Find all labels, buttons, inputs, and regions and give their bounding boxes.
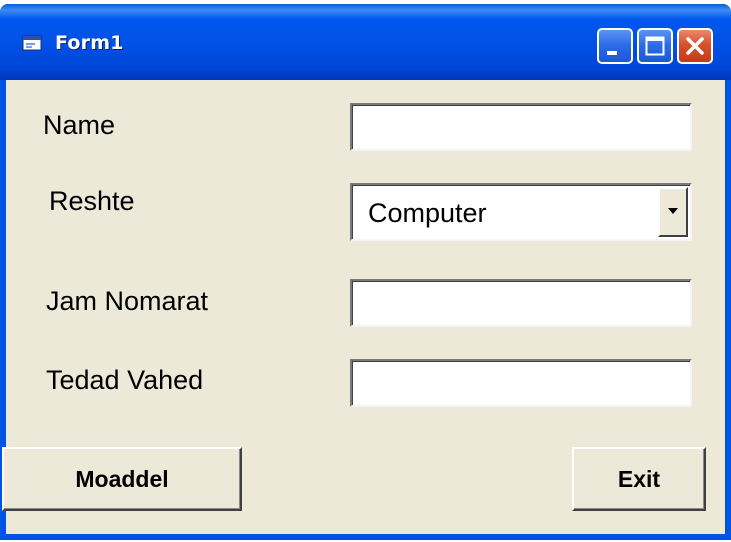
form-window: Form1 Name Reshte Computer Jam Nomarat T… [0,4,731,540]
name-field[interactable] [350,103,692,151]
form-icon [22,35,44,53]
jam-nomarat-label: Jam Nomarat [46,286,209,316]
window-title: Form1 [55,32,124,54]
moaddel-button[interactable]: Moaddel [2,447,242,511]
jam-nomarat-input[interactable] [352,281,690,325]
reshte-combobox[interactable]: Computer [350,183,692,241]
maximize-icon [645,36,665,56]
form-client-area: Name Reshte Computer Jam Nomarat Tedad V… [2,80,725,534]
tedad-vahed-field[interactable] [350,359,692,407]
minimize-button[interactable] [597,28,633,64]
close-button[interactable] [677,28,713,64]
tedad-vahed-input[interactable] [352,361,690,405]
chevron-down-icon [668,208,678,214]
exit-button[interactable]: Exit [572,447,706,511]
reshte-selected-value: Computer [368,198,487,228]
minimize-icon [607,51,617,55]
tedad-vahed-label: Tedad Vahed [46,365,204,395]
reshte-label: Reshte [49,186,135,216]
name-label: Name [43,110,116,140]
close-icon [686,37,704,55]
maximize-button[interactable] [637,28,673,64]
name-input[interactable] [352,105,690,149]
title-bar[interactable]: Form1 [0,4,731,80]
reshte-dropdown-button[interactable] [658,187,688,237]
jam-nomarat-field[interactable] [350,279,692,327]
